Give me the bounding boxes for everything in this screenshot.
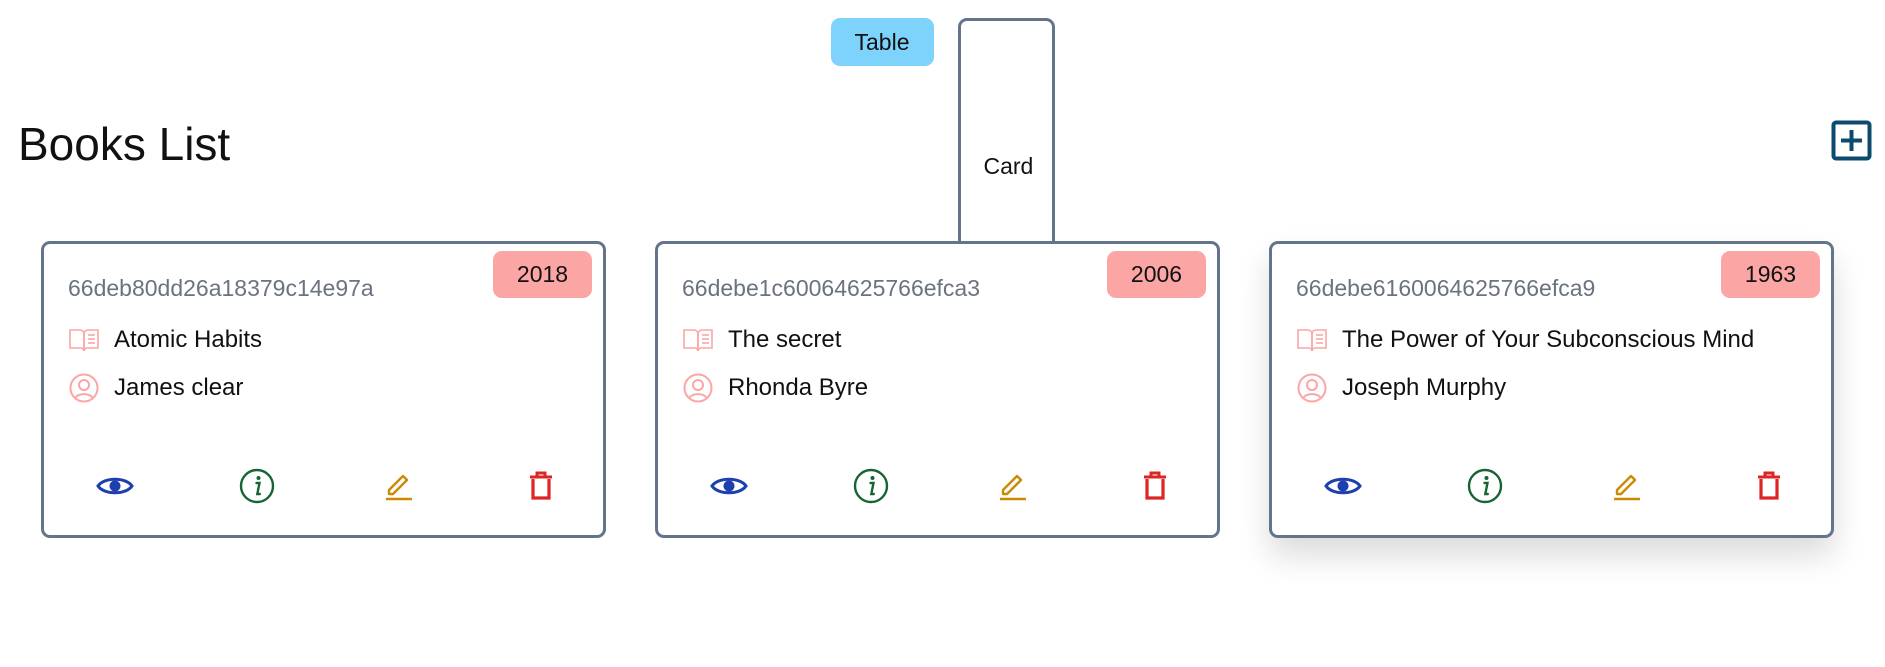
table-view-button[interactable]: Table xyxy=(830,18,934,66)
book-title-row: Atomic Habits xyxy=(68,324,262,356)
book-title: The Power of Your Subconscious Mind xyxy=(1342,326,1755,353)
add-book-button[interactable] xyxy=(1831,120,1872,161)
book-cards: 2018 66deb80dd26a18379c14e97a Atomic Hab… xyxy=(41,241,1834,538)
trash-icon xyxy=(1144,471,1166,500)
book-card: 2006 66debe1c60064625766efca3 The secret xyxy=(655,241,1220,538)
card-actions xyxy=(44,466,603,506)
book-author: Rhonda Byre xyxy=(728,374,869,401)
user-circle-icon xyxy=(682,372,714,404)
book-id: 66debe6160064625766efca9 xyxy=(1296,275,1596,301)
info-button[interactable] xyxy=(237,466,277,506)
delete-button[interactable] xyxy=(1135,466,1175,506)
book-id: 66deb80dd26a18379c14e97a xyxy=(68,275,374,301)
eye-icon xyxy=(710,477,748,495)
eye-icon xyxy=(96,477,134,495)
book-id: 66debe1c60064625766efca3 xyxy=(682,275,981,301)
delete-button[interactable] xyxy=(521,466,561,506)
eye-icon xyxy=(1324,477,1362,495)
book-title-row: The secret xyxy=(682,324,841,356)
pencil-icon xyxy=(1000,474,1026,501)
card-actions xyxy=(658,466,1217,506)
book-author-row: Joseph Murphy xyxy=(1296,372,1506,404)
book-title: The secret xyxy=(728,326,842,353)
book-open-icon xyxy=(1296,324,1328,356)
book-open-icon xyxy=(68,324,100,356)
book-title-row: The Power of Your Subconscious Mind xyxy=(1296,324,1754,356)
user-circle-icon xyxy=(68,372,100,404)
book-card: 2018 66deb80dd26a18379c14e97a Atomic Hab… xyxy=(41,241,606,538)
user-circle-icon xyxy=(1296,372,1328,404)
plus-square-icon xyxy=(1831,120,1872,161)
pencil-icon xyxy=(386,474,412,501)
edit-button[interactable] xyxy=(1607,466,1647,506)
page-title: Books List xyxy=(18,118,231,170)
show-details-button[interactable] xyxy=(709,466,749,506)
year-badge: 2006 xyxy=(1107,251,1206,298)
year-badge: 1963 xyxy=(1721,251,1820,298)
edit-button[interactable] xyxy=(379,466,419,506)
pencil-icon xyxy=(1614,474,1640,501)
show-details-button[interactable] xyxy=(95,466,135,506)
info-circle-icon xyxy=(239,468,275,504)
delete-button[interactable] xyxy=(1749,466,1789,506)
book-author-row: James clear xyxy=(68,372,243,404)
book-open-icon xyxy=(682,324,714,356)
book-card: 1963 66debe6160064625766efca9 The Power … xyxy=(1269,241,1834,538)
year-badge: 2018 xyxy=(493,251,592,298)
book-author-row: Rhonda Byre xyxy=(682,372,868,404)
info-circle-icon xyxy=(1467,468,1503,504)
show-details-button[interactable] xyxy=(1323,466,1363,506)
trash-icon xyxy=(1758,471,1780,500)
book-author: Joseph Murphy xyxy=(1342,374,1507,401)
edit-button[interactable] xyxy=(993,466,1033,506)
info-circle-icon xyxy=(853,468,889,504)
book-author: James clear xyxy=(114,374,244,401)
info-button[interactable] xyxy=(851,466,891,506)
book-title: Atomic Habits xyxy=(114,326,263,353)
card-actions xyxy=(1272,466,1831,506)
info-button[interactable] xyxy=(1465,466,1505,506)
trash-icon xyxy=(530,471,552,500)
